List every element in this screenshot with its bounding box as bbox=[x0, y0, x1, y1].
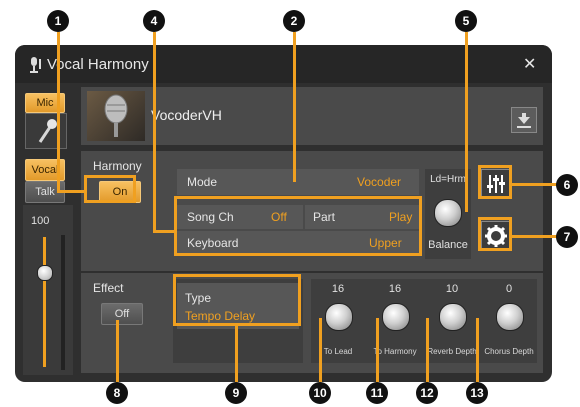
highlight-part-settings bbox=[174, 196, 422, 256]
chorus-depth-knob-group: 0 Chorus Depth bbox=[482, 279, 536, 363]
callout-line-1b bbox=[57, 190, 87, 193]
effect-panel: Effect Off Type Tempo Delay 16 To Lead 1… bbox=[81, 273, 543, 373]
to-harmony-value: 16 bbox=[388, 283, 402, 295]
callout-line-5 bbox=[465, 32, 468, 212]
callout-line-4b bbox=[153, 230, 177, 233]
mode-value: Vocoder bbox=[357, 175, 402, 189]
callout-line-1 bbox=[57, 32, 60, 192]
chorus-depth-knob[interactable] bbox=[496, 303, 524, 331]
mode-label: Mode bbox=[187, 175, 218, 189]
effect-title: Effect bbox=[93, 281, 124, 295]
level-meter bbox=[61, 235, 65, 370]
callout-7: 7 bbox=[556, 226, 578, 248]
level-panel: 100 bbox=[23, 205, 73, 375]
reverb-depth-label: Reverb Depth bbox=[427, 347, 477, 356]
callout-10: 10 bbox=[309, 382, 331, 404]
callout-line-10 bbox=[319, 318, 322, 382]
effect-knobs-area: 16 To Lead 16 To Harmony 10 Reverb Depth… bbox=[311, 279, 537, 363]
callout-13: 13 bbox=[466, 382, 488, 404]
reverb-depth-value: 10 bbox=[445, 283, 459, 295]
callout-2: 2 bbox=[283, 10, 305, 32]
highlight-effect-type bbox=[173, 274, 301, 326]
to-harmony-knob[interactable] bbox=[382, 303, 410, 331]
callout-11: 11 bbox=[366, 382, 388, 404]
effect-off-button[interactable]: Off bbox=[101, 303, 143, 325]
callout-line-11 bbox=[376, 318, 379, 382]
highlight-mixer bbox=[478, 165, 512, 199]
download-save-icon bbox=[517, 113, 531, 128]
level-value: 100 bbox=[31, 215, 50, 227]
callout-1: 1 bbox=[47, 10, 69, 32]
to-lead-value: 16 bbox=[331, 283, 345, 295]
chorus-depth-label: Chorus Depth bbox=[484, 347, 534, 356]
reverb-depth-knob[interactable] bbox=[439, 303, 467, 331]
callout-9: 9 bbox=[225, 382, 247, 404]
callout-5: 5 bbox=[455, 10, 477, 32]
balance-label: Balance bbox=[428, 239, 468, 251]
callout-line-12 bbox=[426, 318, 429, 382]
microphone-title-icon bbox=[30, 57, 41, 73]
callout-6: 6 bbox=[556, 174, 578, 196]
preset-name: VocoderVH bbox=[151, 107, 222, 123]
chorus-depth-value: 0 bbox=[505, 283, 513, 295]
vintage-microphone-icon bbox=[104, 94, 128, 137]
callout-line-9 bbox=[235, 326, 238, 382]
preset-bar[interactable]: VocoderVH bbox=[81, 87, 543, 145]
balance-knob[interactable] bbox=[434, 199, 462, 227]
callout-4: 4 bbox=[143, 10, 165, 32]
to-lead-knob[interactable] bbox=[325, 303, 353, 331]
callout-line-4 bbox=[153, 32, 156, 232]
callout-line-8 bbox=[116, 320, 119, 382]
mode-row[interactable]: Mode Vocoder bbox=[177, 169, 419, 195]
callout-line-7 bbox=[512, 235, 562, 238]
window-title: Vocal Harmony bbox=[47, 56, 149, 73]
mic-type-button[interactable] bbox=[25, 113, 67, 149]
level-slider-track[interactable] bbox=[43, 237, 46, 367]
title-bar: Vocal Harmony ✕ bbox=[15, 45, 552, 83]
reverb-depth-knob-group: 10 Reverb Depth bbox=[425, 279, 479, 363]
callout-12: 12 bbox=[416, 382, 438, 404]
preset-image bbox=[87, 91, 145, 141]
callout-line-6 bbox=[512, 183, 562, 186]
harmony-title: Harmony bbox=[93, 159, 142, 173]
callout-line-13 bbox=[476, 318, 479, 382]
highlight-settings bbox=[478, 217, 512, 251]
callout-line-2 bbox=[293, 32, 296, 182]
level-slider-knob[interactable] bbox=[37, 265, 53, 281]
highlight-harmony-switch bbox=[84, 175, 136, 203]
save-button[interactable] bbox=[511, 107, 537, 133]
callout-8: 8 bbox=[106, 382, 128, 404]
close-icon[interactable]: ✕ bbox=[523, 54, 536, 74]
handheld-mic-icon bbox=[38, 119, 57, 143]
